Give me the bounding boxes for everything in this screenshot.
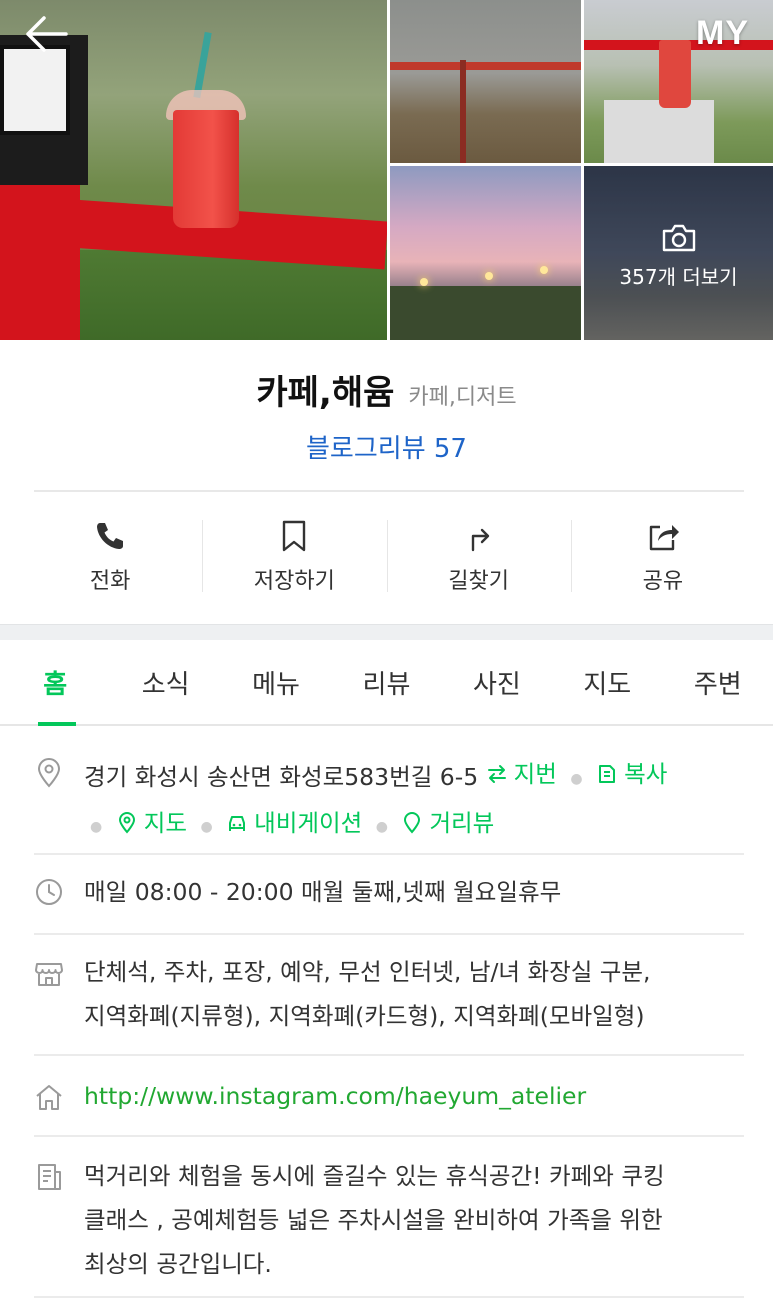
divider (34, 490, 744, 492)
hours-text: 매일 08:00 - 20:00 매월 둘째,넷째 월요일휴무 (84, 878, 562, 906)
hours-row: 매일 08:00 - 20:00 매월 둘째,넷째 월요일휴무 (34, 870, 744, 916)
tab-reviews[interactable]: 리뷰 (331, 640, 441, 724)
swap-icon (487, 765, 506, 783)
tab-news[interactable]: 소식 (110, 640, 220, 724)
description-line-1: 먹거리와 체험을 동시에 즐길수 있는 휴식공간! 카페와 쿠킹 (84, 1162, 665, 1190)
navigation-label: 내비게이션 (254, 808, 363, 837)
more-photos-button[interactable]: 357개 더보기 (584, 166, 773, 340)
section-separator (0, 624, 773, 640)
amenities-row: 단체석, 주차, 포장, 예약, 무선 인터넷, 남/녀 화장실 구분, 지역화… (34, 950, 744, 1040)
car-icon (229, 815, 246, 831)
map-pin-icon (118, 811, 135, 834)
save-button[interactable]: 저장하기 (202, 512, 386, 602)
divider (34, 1054, 744, 1056)
address-row: 경기 화성시 송산면 화성로583번길 6-5 지번 ● 복사 ● 지도 ● 내… (34, 752, 744, 842)
document-icon (38, 1164, 61, 1190)
store-icon (35, 963, 63, 986)
divider (34, 933, 744, 935)
tab-bar: 홈 소식 메뉴 리뷰 사진 지도 주변 (0, 640, 773, 726)
divider (34, 853, 744, 855)
navigation-link[interactable]: 내비게이션 (226, 801, 362, 845)
bullet-separator: ● (200, 819, 213, 835)
call-button[interactable]: 전화 (18, 512, 202, 602)
description-line-3: 최상의 공간입니다. (84, 1250, 272, 1278)
street-view-label: 거리뷰 (429, 808, 495, 837)
bookmark-icon (283, 520, 306, 552)
description-row: 먹거리와 체험을 동시에 즐길수 있는 휴식공간! 카페와 쿠킹 클래스 , 공… (34, 1154, 744, 1288)
photo-gallery: MY 357개 더보기 (0, 0, 773, 340)
place-category: 카페,디저트 (408, 385, 517, 410)
back-arrow-icon[interactable] (22, 14, 68, 54)
bullet-separator: ● (570, 770, 583, 787)
map-label: 지도 (143, 808, 187, 837)
amenities-line-1: 단체석, 주차, 포장, 예약, 무선 인터넷, 남/녀 화장실 구분, (84, 958, 651, 986)
camera-icon (662, 224, 695, 251)
tab-menu[interactable]: 메뉴 (221, 640, 331, 724)
directions-icon (471, 528, 489, 552)
directions-button[interactable]: 길찾기 (386, 512, 571, 602)
save-label: 저장하기 (253, 569, 335, 594)
bullet-separator: ● (375, 819, 388, 835)
clock-icon (36, 879, 62, 905)
copy-label: 복사 (624, 760, 668, 788)
lot-number-toggle[interactable]: 지번 (486, 752, 557, 796)
divider (34, 1135, 744, 1137)
my-button[interactable]: MY (696, 14, 749, 53)
street-view-icon (404, 811, 421, 834)
photo-thumbnail[interactable] (390, 0, 581, 163)
more-photos-label: 357개 더보기 (619, 264, 738, 289)
tab-home[interactable]: 홈 (0, 640, 110, 726)
copy-address-button[interactable]: 복사 (596, 752, 667, 796)
description-line-2: 클래스 , 공예체험등 넓은 주차시설을 완비하여 가족을 위한 (84, 1206, 663, 1234)
divider (34, 1296, 744, 1298)
amenities-line-2: 지역화폐(지류형), 지역화폐(카드형), 지역화폐(모바일형) (84, 1002, 645, 1030)
share-icon (649, 525, 679, 551)
location-pin-icon (37, 758, 61, 788)
place-name: 카페,해윰 (256, 373, 395, 413)
street-view-link[interactable]: 거리뷰 (401, 801, 494, 845)
share-button[interactable]: 공유 (570, 512, 755, 602)
call-label: 전화 (89, 569, 131, 594)
share-label: 공유 (642, 569, 684, 594)
website-link[interactable]: http://www.instagram.com/haeyum_atelier (84, 1074, 744, 1118)
phone-icon (97, 523, 124, 549)
copy-icon (599, 765, 616, 783)
website-row: http://www.instagram.com/haeyum_atelier (34, 1074, 744, 1120)
place-header: 카페,해윰 카페,디저트 블로그리뷰 57 (0, 365, 773, 465)
home-icon (36, 1085, 62, 1110)
address-text: 경기 화성시 송산면 화성로583번길 6-5 (84, 763, 479, 791)
blog-review-link[interactable]: 블로그리뷰 57 (306, 428, 467, 465)
map-link[interactable]: 지도 (116, 801, 187, 845)
photo-thumbnail[interactable] (390, 166, 581, 340)
tab-map[interactable]: 지도 (552, 640, 662, 724)
bullet-separator: ● (90, 819, 103, 835)
directions-label: 길찾기 (448, 569, 509, 594)
tab-nearby[interactable]: 주변 (663, 640, 773, 724)
tab-photos[interactable]: 사진 (442, 640, 552, 724)
lot-number-label: 지번 (513, 760, 557, 788)
action-bar: 전화 저장하기 길찾기 공유 (18, 512, 755, 602)
